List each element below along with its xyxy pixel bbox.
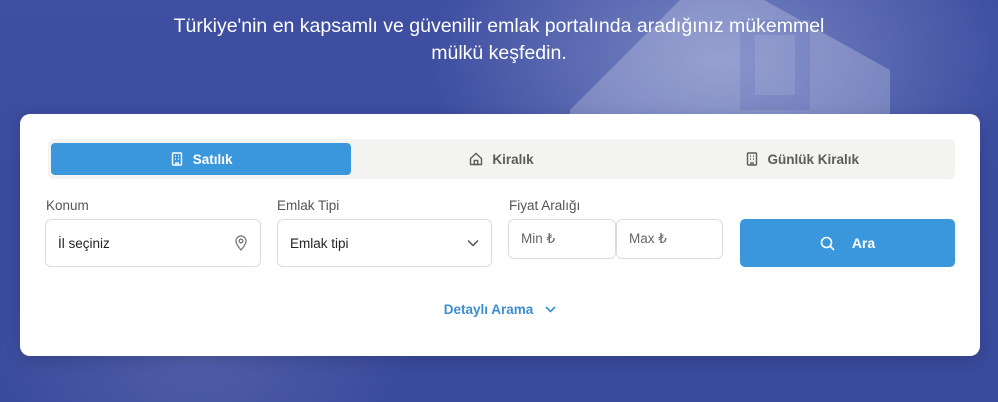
max-price-input[interactable]: Max ₺	[616, 219, 723, 259]
detailed-search-label: Detaylı Arama	[443, 302, 534, 317]
tab-gunluk-kiralik[interactable]: Günlük Kiralık	[652, 143, 952, 175]
property-type-value: Emlak tipi	[290, 235, 349, 251]
chevron-down-icon	[467, 239, 479, 247]
hero-tagline-line1: Türkiye'nin en kapsamlı ve güvenilir eml…	[173, 15, 825, 37]
tab-kiralik[interactable]: Kiralık	[351, 143, 651, 175]
property-type-select[interactable]: Emlak tipi	[277, 219, 492, 267]
home-icon	[470, 152, 483, 166]
search-card: Satılık Kiralık Günlük Kiralık Konum İl …	[20, 114, 980, 356]
tab-satilik[interactable]: Satılık	[51, 143, 352, 175]
property-type-label: Emlak Tipi	[277, 198, 340, 213]
location-select[interactable]: İl seçiniz	[45, 219, 261, 267]
price-range-label: Fiyat Aralığı	[509, 198, 581, 213]
listing-type-tabs: Satılık Kiralık Günlük Kiralık	[48, 139, 955, 179]
hero-tagline: Türkiye'nin en kapsamlı ve güvenilir eml…	[0, 13, 998, 67]
max-price-placeholder: Max ₺	[629, 231, 667, 246]
min-price-input[interactable]: Min ₺	[508, 219, 616, 259]
chevron-down-icon	[545, 306, 556, 313]
map-pin-icon	[234, 235, 248, 251]
tab-kiralik-label: Kiralık	[492, 151, 534, 167]
tab-satilik-label: Satılık	[192, 151, 233, 167]
tab-gunluk-kiralik-label: Günlük Kiralık	[767, 151, 860, 167]
location-value: İl seçiniz	[58, 235, 110, 251]
detailed-search-toggle[interactable]: Detaylı Arama	[20, 302, 980, 317]
search-icon	[820, 236, 835, 251]
search-button-label: Ara	[851, 235, 876, 251]
search-button[interactable]: Ara	[740, 219, 955, 267]
building-icon	[171, 152, 182, 166]
min-price-placeholder: Min ₺	[521, 231, 556, 246]
building-icon	[746, 152, 757, 166]
location-label: Konum	[46, 198, 89, 213]
hero-tagline-line2: mülkü keşfedin.	[431, 42, 567, 64]
